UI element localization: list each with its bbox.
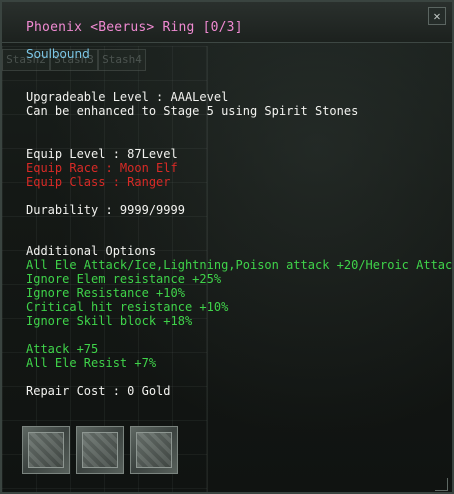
additional-options-header: Additional Options xyxy=(26,244,157,258)
soulbound-label: Soulbound xyxy=(26,47,90,61)
equip-class: Equip Class : Ranger xyxy=(26,175,171,189)
equip-race: Equip Race : Moon Elf xyxy=(26,161,178,175)
equip-level: Equip Level : 87Level xyxy=(26,147,178,161)
background-tab-stash4: Stash4 xyxy=(98,49,146,71)
enhance-info: Can be enhanced to Stage 5 using Spirit … xyxy=(26,104,359,118)
empty-socket-icon[interactable] xyxy=(76,426,124,474)
item-tooltip: Stash2 Stash3 Stash4 Phoenix <Beerus> Ri… xyxy=(0,0,454,494)
close-icon[interactable]: ✕ xyxy=(428,7,446,25)
option-line: All Ele Attack/Ice,Lightning,Poison atta… xyxy=(26,258,454,272)
resist-bonus: All Ele Resist +7% xyxy=(26,356,157,370)
item-name: Phoenix <Beerus> Ring [0/3] xyxy=(26,20,243,35)
option-line: Critical hit resistance +10% xyxy=(26,300,229,314)
attack-bonus: Attack +75 xyxy=(26,342,99,356)
repair-cost: Repair Cost : 0 Gold xyxy=(26,384,171,398)
upgradeable-level: Upgradeable Level : AAALevel xyxy=(26,90,229,104)
resize-corner-icon[interactable] xyxy=(435,478,448,491)
option-line: Ignore Resistance +10% xyxy=(26,286,185,300)
option-line: Ignore Skill block +18% xyxy=(26,314,193,328)
empty-socket-icon[interactable] xyxy=(130,426,178,474)
durability: Durability : 9999/9999 xyxy=(26,203,185,217)
option-line: Ignore Elem resistance +25% xyxy=(26,272,222,286)
socket-row xyxy=(22,426,178,474)
empty-socket-icon[interactable] xyxy=(22,426,70,474)
